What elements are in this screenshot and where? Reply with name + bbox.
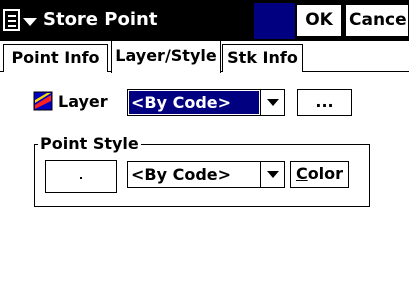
tab-stk-info[interactable]: Stk Info: [222, 44, 303, 72]
point-style-select-value: <By Code>: [131, 165, 232, 184]
point-symbol-icon: [80, 177, 82, 179]
point-style-select[interactable]: <By Code>: [127, 161, 285, 188]
title-bar: Store Point OK Cancel: [0, 0, 409, 41]
dropdown-arrow-icon: [23, 18, 37, 26]
layer-browse-button[interactable]: ...: [297, 89, 352, 116]
layer-label: Layer: [58, 92, 108, 111]
document-menu-icon: [3, 9, 20, 31]
color-button-label: olor: [307, 164, 344, 183]
ok-button[interactable]: OK: [296, 4, 342, 37]
color-button-accesskey: C: [295, 164, 308, 183]
layer-select-value: <By Code>: [129, 91, 259, 114]
layer-icon: [33, 91, 53, 111]
layer-select[interactable]: <By Code>: [127, 89, 285, 116]
color-button[interactable]: Color: [290, 161, 349, 188]
tab-layer-style[interactable]: Layer/Style: [111, 40, 221, 73]
title-accent-block: [254, 3, 295, 39]
point-style-title: Point Style: [38, 134, 141, 153]
window-title: Store Point: [43, 9, 158, 30]
chevron-down-icon[interactable]: [260, 162, 284, 187]
chevron-down-icon[interactable]: [260, 90, 284, 115]
tab-point-info[interactable]: Point Info: [3, 44, 108, 72]
start-menu-button[interactable]: [3, 6, 43, 36]
point-style-preview: [45, 160, 117, 193]
cancel-button[interactable]: Cancel: [345, 4, 409, 37]
